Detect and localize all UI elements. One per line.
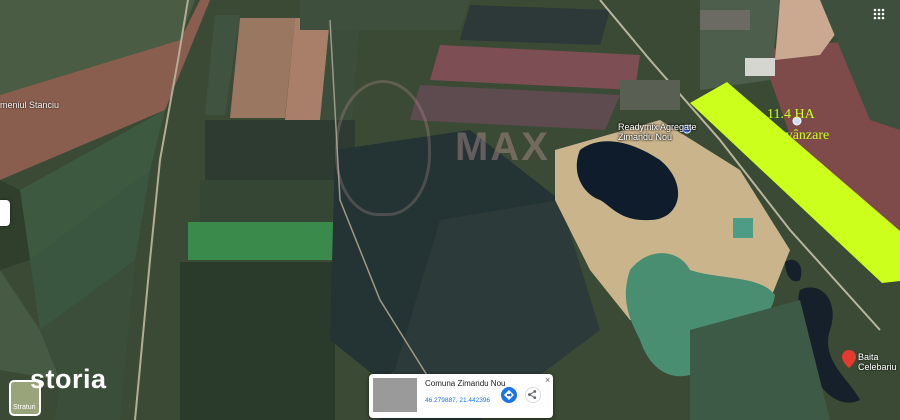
directions-icon bbox=[504, 390, 514, 400]
bait-label: Baita Celebariu bbox=[858, 352, 897, 372]
directions-button[interactable] bbox=[501, 387, 517, 403]
watermark-text: MAX bbox=[455, 125, 550, 169]
land-sale-label: 11.4 HA de vânzare bbox=[767, 104, 829, 146]
place-coordinates[interactable]: 46.279887, 21.442396 bbox=[425, 397, 490, 404]
poi-label: Readymix Agregate Zimandu Nou bbox=[618, 122, 697, 142]
share-icon bbox=[528, 390, 537, 400]
watermark-logo bbox=[335, 80, 431, 216]
layers-label: Straturi bbox=[13, 404, 36, 411]
place-label: meniul Stanciu bbox=[0, 100, 60, 110]
land-size-text: 11.4 HA bbox=[767, 107, 815, 122]
place-title: Comuna Zimandu Nou bbox=[425, 379, 506, 388]
land-sale-text: de vânzare bbox=[769, 128, 830, 143]
place-thumbnail[interactable] bbox=[373, 378, 417, 412]
poi-label-line2: Zimandu Nou bbox=[618, 132, 673, 142]
side-panel-toggle[interactable] bbox=[0, 200, 10, 226]
satellite-map[interactable] bbox=[0, 0, 900, 420]
close-icon[interactable]: × bbox=[545, 375, 550, 385]
place-info-card: Comuna Zimandu Nou 46.279887, 21.442396 … bbox=[369, 374, 553, 418]
apps-grid-icon[interactable] bbox=[872, 7, 886, 21]
share-button[interactable] bbox=[525, 387, 541, 403]
brand-logo: storia bbox=[30, 364, 107, 394]
poi-label-line1: Readymix Agregate bbox=[618, 122, 697, 132]
